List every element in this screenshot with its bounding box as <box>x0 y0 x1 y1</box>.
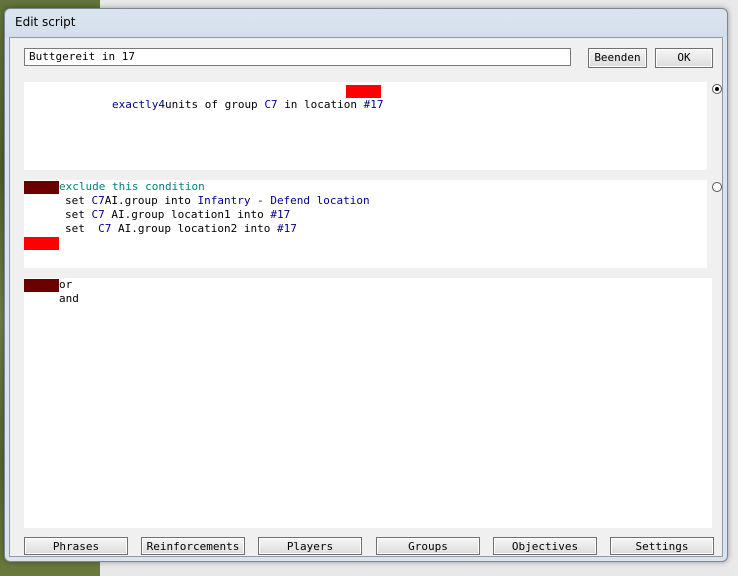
action-group[interactable]: C7 <box>92 194 105 207</box>
settings-button[interactable]: Settings <box>610 537 714 555</box>
condition-panel[interactable]: exactly4units of group C7 in location #1… <box>24 82 707 170</box>
action-line-1[interactable]: set C7AI.group into Infantry - Defend lo… <box>65 194 370 208</box>
action-verb: set <box>65 208 92 221</box>
reinforcements-button[interactable]: Reinforcements <box>141 537 245 555</box>
ok-button[interactable]: OK <box>655 48 713 68</box>
exclude-condition-text[interactable]: exclude this condition <box>59 180 205 193</box>
action-verb: set <box>65 222 99 235</box>
action-new-marker[interactable] <box>24 237 59 250</box>
action-group[interactable]: C7 <box>98 222 111 235</box>
condition-group[interactable]: C7 <box>264 98 277 111</box>
condition-count[interactable]: 4 <box>158 98 165 111</box>
action-group[interactable]: C7 <box>92 208 105 221</box>
condition-quantifier[interactable]: exactly <box>112 98 158 111</box>
window-title: Edit script <box>15 15 76 29</box>
phrases-button[interactable]: Phrases <box>24 537 128 555</box>
script-name-input[interactable]: Buttgereit in 17 <box>24 48 571 66</box>
action-marker[interactable] <box>24 181 59 194</box>
groups-button[interactable]: Groups <box>376 537 480 555</box>
condition-text: units of group <box>164 98 258 111</box>
action-location[interactable]: #17 <box>277 222 297 235</box>
action-location[interactable]: #17 <box>270 208 290 221</box>
condition-radio[interactable] <box>712 84 722 94</box>
objectives-button[interactable]: Objectives <box>493 537 597 555</box>
logic-marker[interactable] <box>24 279 59 292</box>
action-header[interactable]: exclude this condition <box>59 180 205 194</box>
logic-or[interactable]: or <box>59 278 72 292</box>
action-verb: set <box>65 194 92 207</box>
condition-line[interactable]: exactly4units of group C7 in location #1… <box>59 84 384 126</box>
action-text: AI.group into <box>104 194 198 207</box>
action-radio[interactable] <box>712 182 722 192</box>
title-bar[interactable]: Edit script <box>5 9 727 37</box>
action-ai-mode[interactable]: Infantry - Defend location <box>197 194 369 207</box>
edit-script-dialog: Edit script Buttgereit in 17 Beenden OK … <box>4 8 728 562</box>
action-line-2[interactable]: set C7 AI.group location1 into #17 <box>65 208 290 222</box>
background-edge <box>730 0 738 576</box>
action-panel[interactable]: exclude this condition set C7AI.group in… <box>24 180 707 268</box>
players-button[interactable]: Players <box>258 537 362 555</box>
action-line-3[interactable]: set C7 AI.group location2 into #17 <box>65 222 297 236</box>
condition-location[interactable]: #17 <box>364 98 384 111</box>
dialog-client-area: Buttgereit in 17 Beenden OK exactly4unit… <box>9 37 723 557</box>
beenden-button[interactable]: Beenden <box>588 48 647 68</box>
logic-panel[interactable]: or and <box>24 278 712 528</box>
condition-text-location: in location <box>284 98 358 111</box>
action-text: AI.group location1 into <box>104 208 271 221</box>
action-text: AI.group location2 into <box>111 222 277 235</box>
logic-and[interactable]: and <box>59 292 79 306</box>
condition-marker[interactable] <box>346 85 381 98</box>
